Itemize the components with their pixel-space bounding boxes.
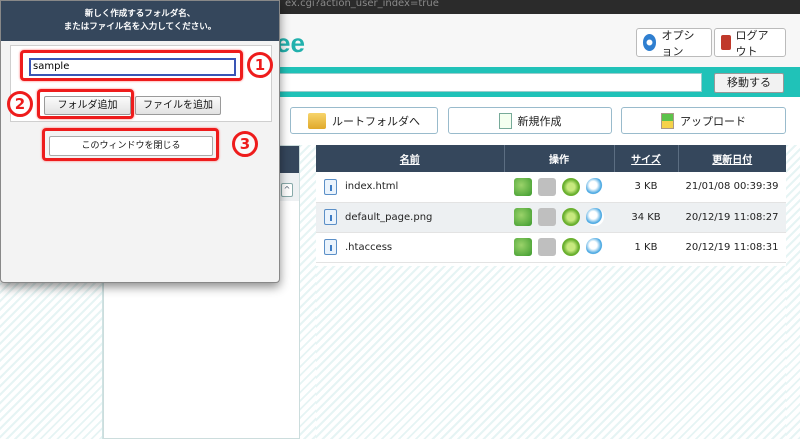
logout-icon xyxy=(721,35,731,50)
table-row: index.html 3 KB 21/01/08 00:39:39 xyxy=(316,172,786,203)
file-icon xyxy=(324,178,337,195)
file-name[interactable]: index.html xyxy=(345,181,398,192)
file-icon xyxy=(324,239,337,255)
file-updated: 20/12/19 11:08:27 xyxy=(678,202,786,233)
path-input[interactable] xyxy=(270,73,702,92)
ops-cell xyxy=(504,202,614,233)
trash-icon[interactable] xyxy=(538,177,556,196)
url-text: ex.cgi?action_user_index=true xyxy=(285,0,439,9)
magnifier-icon[interactable] xyxy=(586,208,604,226)
ops-cell xyxy=(504,172,614,203)
file-size: 1 KB xyxy=(614,232,678,263)
options-button[interactable]: オプション xyxy=(636,28,712,58)
file-size: 3 KB xyxy=(614,172,678,203)
edit-icon[interactable] xyxy=(514,177,532,196)
edit-icon[interactable] xyxy=(514,238,532,256)
permission-gear-icon[interactable] xyxy=(562,208,580,226)
move-button[interactable]: 移動する xyxy=(714,73,784,93)
options-label: オプション xyxy=(661,28,695,58)
step-2-badge: 2 xyxy=(7,91,33,117)
table-row: default_page.png 34 KB 20/12/19 11:08:27 xyxy=(316,202,786,233)
upload-icon xyxy=(661,112,674,129)
step-3-badge: 3 xyxy=(232,131,258,157)
dialog-title-line2: またはファイル名を入力してください。 xyxy=(63,22,217,32)
file-name-cell[interactable]: default_page.png xyxy=(316,202,504,233)
logout-label: ログアウト xyxy=(735,28,769,58)
app-logo: ee xyxy=(276,28,305,58)
table-bottom-background xyxy=(316,266,786,439)
ops-column-header: 操作 xyxy=(504,145,615,172)
file-name-cell[interactable]: .htaccess xyxy=(316,232,504,263)
file-name[interactable]: .htaccess xyxy=(345,242,392,253)
upload-button[interactable]: アップロード xyxy=(621,107,786,134)
gear-icon xyxy=(643,34,657,51)
file-name-cell[interactable]: index.html xyxy=(316,172,504,203)
file-updated: 20/12/19 11:08:31 xyxy=(678,232,786,263)
magnifier-icon[interactable] xyxy=(586,177,604,196)
permission-gear-icon[interactable] xyxy=(562,238,580,256)
left-background xyxy=(0,283,103,439)
new-file-icon xyxy=(498,112,512,129)
logout-button[interactable]: ログアウト xyxy=(714,28,786,58)
file-updated: 21/01/08 00:39:39 xyxy=(678,172,786,203)
root-folder-button[interactable]: ルートフォルダへ xyxy=(290,107,438,134)
dialog-title: 新しく作成するフォルダ名、 またはファイル名を入力してください。 xyxy=(1,1,279,41)
highlight-add-folder xyxy=(37,89,134,119)
new-create-button[interactable]: 新規作成 xyxy=(448,107,612,134)
ops-cell xyxy=(504,232,614,263)
chevron-up-icon[interactable]: ^ xyxy=(281,183,293,197)
file-size: 34 KB xyxy=(614,202,678,233)
file-icon xyxy=(324,209,337,225)
new-create-label: 新規作成 xyxy=(517,114,562,128)
highlight-close-window xyxy=(42,128,219,161)
name-column-header[interactable]: 名前 xyxy=(316,145,505,172)
table-header-row: 名前 操作 サイズ 更新日付 xyxy=(316,145,786,172)
right-background xyxy=(786,145,800,439)
file-name[interactable]: default_page.png xyxy=(345,212,432,223)
permission-gear-icon[interactable] xyxy=(562,177,580,196)
highlight-name-input xyxy=(20,50,243,81)
dialog-title-line1: 新しく作成するフォルダ名、 xyxy=(84,9,196,19)
root-folder-label: ルートフォルダへ xyxy=(332,114,420,128)
trash-icon[interactable] xyxy=(538,238,556,256)
edit-icon[interactable] xyxy=(514,208,532,226)
divider-background xyxy=(300,145,316,439)
add-file-button[interactable]: ファイルを追加 xyxy=(135,96,221,115)
size-column-header[interactable]: サイズ xyxy=(614,145,679,172)
folder-icon xyxy=(308,112,326,129)
updated-column-header[interactable]: 更新日付 xyxy=(678,145,786,172)
magnifier-icon[interactable] xyxy=(586,238,604,256)
trash-icon[interactable] xyxy=(538,208,556,226)
step-1-badge: 1 xyxy=(247,52,273,78)
upload-label: アップロード xyxy=(680,114,746,128)
file-table: 名前 操作 サイズ 更新日付 index.html 3 KB 21/01/08 … xyxy=(316,145,786,263)
table-row: .htaccess 1 KB 20/12/19 11:08:31 xyxy=(316,232,786,263)
